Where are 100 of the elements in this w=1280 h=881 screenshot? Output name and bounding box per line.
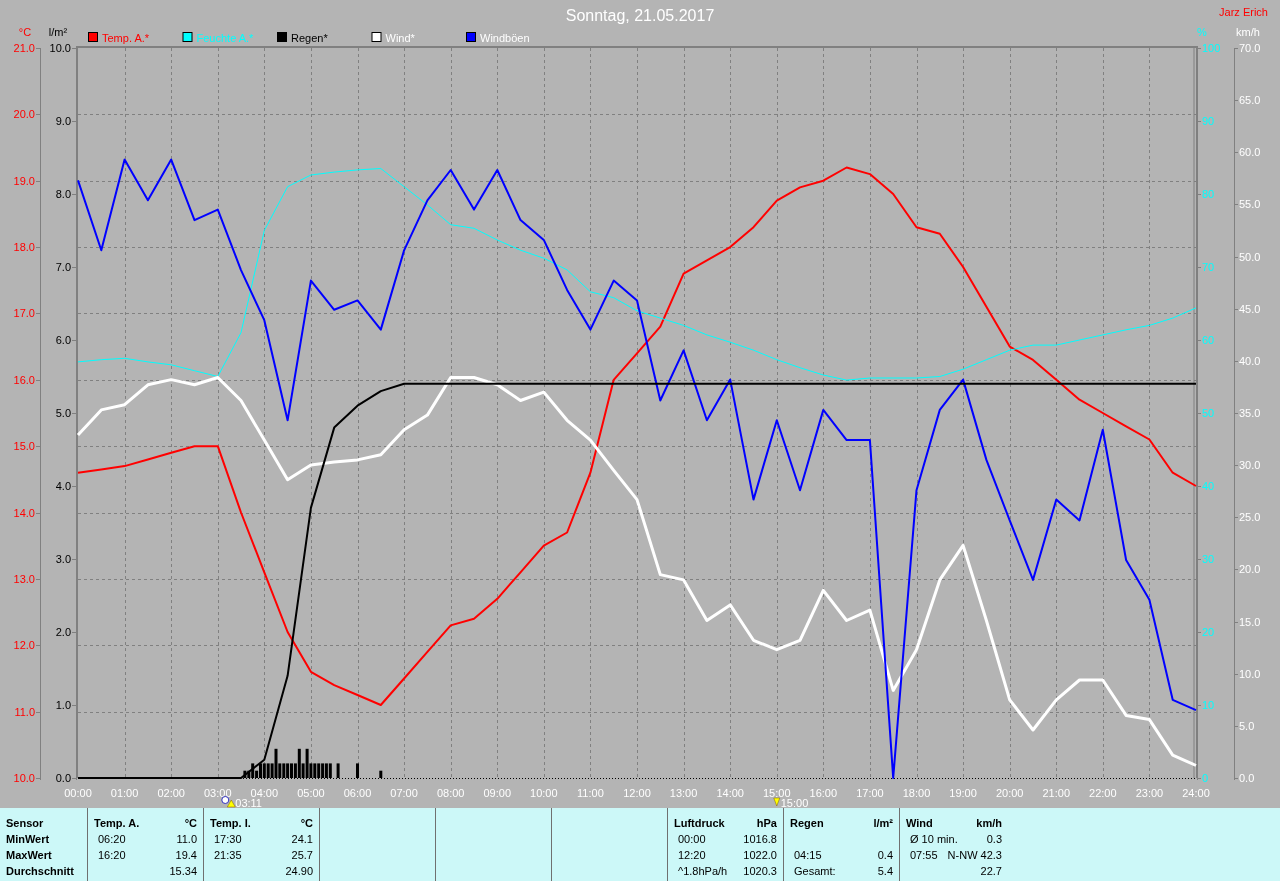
column-header: Temp. I. bbox=[210, 816, 251, 831]
axis-tick-label: 13.0 bbox=[13, 572, 35, 585]
axis-tick-label: 35.0 bbox=[1239, 407, 1261, 419]
axis-tick-label: 65.0 bbox=[1239, 94, 1261, 107]
value-cell-text: 1020.3 bbox=[743, 864, 777, 879]
axis-tick-label: 17.0 bbox=[13, 307, 35, 320]
axis-tick-label: 7.0 bbox=[55, 261, 71, 273]
legend-label: Temp. A.* bbox=[102, 32, 150, 44]
x-tick-label: 13:00 bbox=[669, 787, 698, 799]
axis-tick-label: 15.0 bbox=[1239, 615, 1261, 628]
axis-tick-label: 20.0 bbox=[1239, 563, 1261, 576]
axis-unit: l/m² bbox=[48, 26, 68, 38]
x-tick-label: 15:00 bbox=[763, 787, 791, 799]
value-cell-text: 5.4 bbox=[877, 864, 893, 879]
axis-tick-label: 0.0 bbox=[55, 772, 71, 784]
axis-tick-label: 30 bbox=[1202, 553, 1215, 565]
axis-tick-label: 4.0 bbox=[55, 480, 71, 492]
row-label: MinWert bbox=[6, 832, 51, 847]
axis-tick-label: 60.0 bbox=[1239, 146, 1261, 159]
legend-label: Feuchte A.* bbox=[196, 32, 254, 44]
axis-tick-label: 50.0 bbox=[1239, 250, 1261, 263]
time-cell-text: 06:20 bbox=[97, 832, 126, 847]
axis-tick-label: 55.0 bbox=[1239, 198, 1261, 211]
axis-tick-label: 2.0 bbox=[55, 626, 71, 638]
axis-tick-label: 11.0 bbox=[14, 705, 35, 718]
axis-tick-label: 60 bbox=[1202, 334, 1215, 346]
time-cell-text: 17:30 bbox=[213, 832, 242, 847]
x-tick-label: 17:00 bbox=[856, 787, 884, 799]
value-cell-text: 22.7 bbox=[980, 864, 1002, 879]
chart-title: Sonntag, 21.05.2017 bbox=[565, 7, 715, 24]
time-cell-text: Ø 10 min. bbox=[909, 832, 958, 847]
time-cell-text: ^1.8hPa/h bbox=[677, 864, 728, 879]
axis-tick-label: 50 bbox=[1202, 407, 1215, 419]
time-cell-text: 00:00 bbox=[677, 832, 706, 847]
axis-tick-label: 6.0 bbox=[55, 334, 71, 346]
value-cell-text: 0.3 bbox=[986, 832, 1002, 847]
unit-label: l/m² bbox=[873, 816, 893, 831]
axis-tick-label: 30.0 bbox=[1239, 459, 1261, 472]
value-cell-text: 24.90 bbox=[285, 864, 313, 879]
axis-tick-label: 16.0 bbox=[13, 373, 35, 386]
axis-tick-label: 0 bbox=[1202, 772, 1209, 784]
column-header: Luftdruck bbox=[674, 816, 725, 831]
axis-tick-label: 9.0 bbox=[55, 115, 71, 127]
x-tick-label: 03:00 bbox=[204, 787, 232, 799]
x-tick-label: 09:00 bbox=[483, 787, 511, 799]
axis-tick-label: 12.0 bbox=[13, 639, 35, 652]
marker-time: 15:00 bbox=[780, 797, 809, 808]
axis-tick-label: 70 bbox=[1202, 261, 1215, 273]
x-tick-label: 21:00 bbox=[1042, 787, 1070, 799]
value-cell-text: 15.34 bbox=[169, 864, 197, 879]
x-tick-label: 10:00 bbox=[530, 787, 558, 799]
axis-tick-label: 14.0 bbox=[13, 506, 35, 519]
unit-label: km/h bbox=[976, 816, 1002, 831]
x-tick-label: 05:00 bbox=[297, 787, 325, 799]
x-tick-label: 04:00 bbox=[250, 787, 279, 799]
column-header: Regen bbox=[790, 816, 824, 831]
axis-tick-label: 80 bbox=[1202, 188, 1215, 200]
author-name: Jarz Erich bbox=[1219, 6, 1268, 18]
x-tick-label: 02:00 bbox=[157, 787, 185, 799]
x-tick-label: 01:00 bbox=[110, 787, 139, 799]
x-tick-label: 24:00 bbox=[1182, 787, 1210, 799]
sun-icon bbox=[221, 796, 236, 808]
axis-tick-label: 90 bbox=[1202, 115, 1215, 127]
value-cell-text: 11.0 bbox=[176, 832, 197, 847]
axis-tick-label: 21.0 bbox=[13, 42, 35, 54]
x-tick-label: 22:00 bbox=[1089, 787, 1117, 799]
value-cell-text: 24.1 bbox=[291, 832, 313, 847]
value-cell-text: 0.4 bbox=[877, 848, 893, 863]
x-tick-label: 18:00 bbox=[902, 787, 931, 799]
axis-tick-label: 10 bbox=[1202, 699, 1215, 711]
row-label: Sensor bbox=[6, 816, 45, 831]
time-cell-text: 21:35 bbox=[213, 848, 242, 863]
legend-label: Regen* bbox=[291, 32, 328, 44]
axis-tick-label: 20.0 bbox=[13, 108, 35, 121]
time-cell-text: 07:55 bbox=[909, 848, 938, 863]
axis-tick-label: 100 bbox=[1202, 42, 1221, 54]
axis-tick-label: 3.0 bbox=[55, 553, 71, 565]
axis-tick-label: 40.0 bbox=[1239, 354, 1261, 367]
x-tick-label: 14:00 bbox=[716, 787, 744, 799]
x-tick-label: 11:00 bbox=[577, 787, 604, 799]
x-tick-label: 19:00 bbox=[949, 787, 977, 799]
x-tick-label: 06:00 bbox=[343, 787, 372, 799]
x-tick-label: 12:00 bbox=[623, 787, 651, 799]
unit-label: hPa bbox=[756, 816, 777, 831]
time-cell-text: 12:20 bbox=[677, 848, 706, 863]
axis-tick-label: 1.0 bbox=[55, 699, 71, 711]
value-cell-text: N-NW 42.3 bbox=[947, 848, 1002, 863]
value-cell-text: 1022.0 bbox=[743, 848, 777, 863]
axis-tick-label: 5.0 bbox=[55, 407, 71, 419]
x-tick-label: 20:00 bbox=[995, 787, 1024, 799]
legend-label: Windböen bbox=[480, 32, 530, 44]
axis-tick-label: 10.0 bbox=[49, 42, 71, 54]
time-cell-text: Gesamt: bbox=[793, 864, 836, 879]
time-cell-text: 04:15 bbox=[793, 848, 822, 863]
axis-unit: % bbox=[1197, 26, 1207, 38]
axis-tick-label: 18.0 bbox=[13, 241, 35, 254]
axis-tick-label: 10.0 bbox=[1239, 667, 1261, 680]
axis-tick-label: 20 bbox=[1202, 626, 1215, 638]
row-label: MaxWert bbox=[6, 848, 53, 863]
unit-label: °C bbox=[184, 816, 197, 831]
